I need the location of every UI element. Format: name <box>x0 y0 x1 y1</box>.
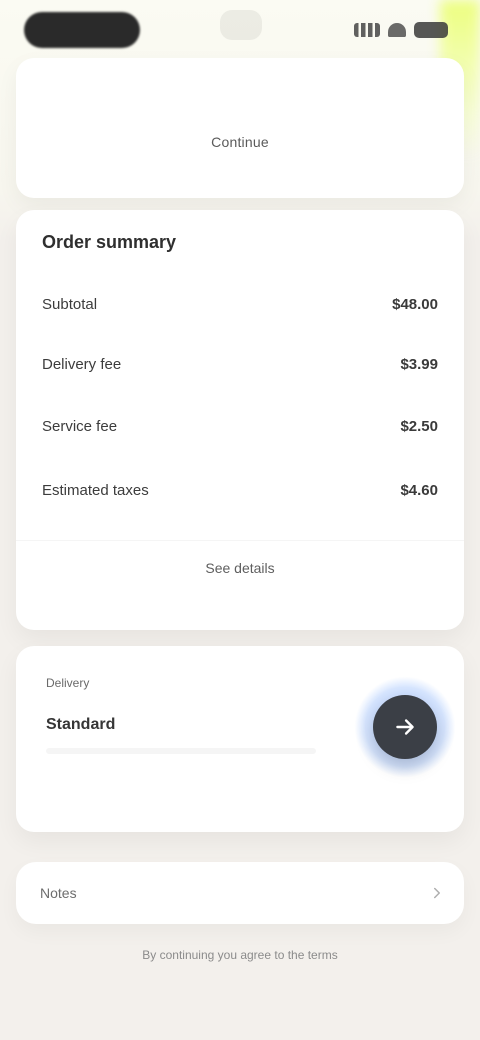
summary-row-value: $3.99 <box>400 356 438 373</box>
notes-field[interactable]: Notes <box>16 862 464 924</box>
summary-row-label: Delivery fee <box>42 356 122 373</box>
status-time-pill <box>24 12 140 48</box>
summary-row-value: $48.00 <box>392 296 438 313</box>
battery-icon <box>414 22 448 38</box>
notes-label: Notes <box>40 885 77 901</box>
status-bar <box>0 0 480 64</box>
arrow-right-icon <box>396 719 414 735</box>
delivery-meta: Delivery <box>46 676 90 690</box>
summary-divider <box>16 540 464 541</box>
chevron-right-icon[interactable] <box>428 884 446 902</box>
summary-row-value: $2.50 <box>400 418 438 435</box>
summary-row-service-fee: Service fee $2.50 <box>42 418 438 435</box>
continue-button[interactable]: Continue <box>0 134 480 150</box>
summary-row-label: Estimated taxes <box>42 482 149 499</box>
summary-row-label: Service fee <box>42 418 118 435</box>
delivery-title: Standard <box>46 716 116 733</box>
fab-button-core[interactable] <box>373 695 437 759</box>
order-summary-title: Order summary <box>42 232 177 252</box>
wifi-icon <box>388 23 406 37</box>
summary-row-label: Subtotal <box>42 296 98 313</box>
order-summary-card: Order summary Subtotal $48.00 Delivery f… <box>16 210 464 630</box>
page-root: Continue Order summary Subtotal $48.00 D… <box>0 0 480 1040</box>
summary-row-value: $4.60 <box>400 482 438 499</box>
camera-notch <box>220 10 262 40</box>
notes-input[interactable] <box>88 878 416 908</box>
summary-row-estimated-taxes: Estimated taxes $4.60 <box>42 482 438 499</box>
signal-icon <box>354 23 380 37</box>
summary-row-delivery-fee: Delivery fee $3.99 <box>42 356 438 373</box>
terms-hint: By continuing you agree to the terms <box>142 948 338 962</box>
summary-row-subtotal: Subtotal $48.00 <box>42 296 438 313</box>
delivery-detail-line <box>46 748 316 754</box>
top-card <box>16 58 464 198</box>
action-fab[interactable] <box>354 676 456 778</box>
status-icons <box>352 18 448 42</box>
see-details-link[interactable]: See details <box>16 560 464 576</box>
